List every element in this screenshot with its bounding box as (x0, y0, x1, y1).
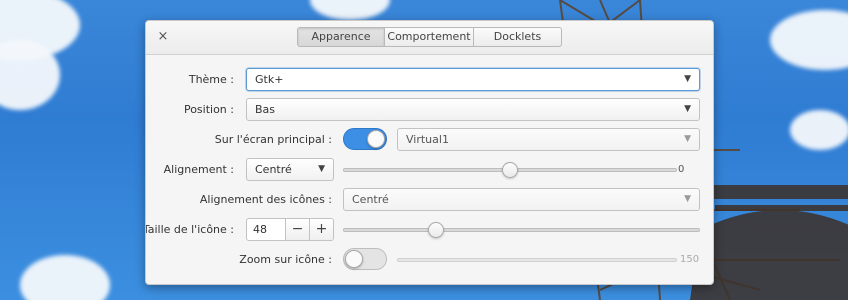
theme-label: Thème : (188, 73, 234, 86)
zoom-value: 150 (680, 254, 700, 265)
chevron-down-icon: ▼ (684, 194, 691, 204)
chevron-down-icon: ▼ (318, 164, 325, 174)
alignment-offset-slider[interactable] (343, 162, 677, 178)
theme-value: Gtk+ (255, 73, 284, 86)
monitor-value: Virtual1 (406, 133, 449, 146)
close-icon[interactable]: × (156, 30, 170, 44)
position-value: Bas (255, 103, 276, 116)
slider-track (397, 258, 677, 262)
chevron-down-icon: ▼ (684, 104, 691, 114)
settings-panel: Thème : Gtk+ ▼ Position : Bas ▼ Sur l'éc… (145, 56, 713, 284)
zoom-toggle[interactable] (343, 248, 387, 270)
settings-window: × Apparence Comportement Docklets Thème … (145, 20, 714, 285)
chevron-down-icon: ▼ (684, 74, 691, 84)
icon-size-value[interactable]: 48 (247, 219, 285, 240)
zoom-label: Zoom sur icône : (239, 253, 332, 266)
increment-button[interactable]: + (309, 219, 333, 240)
chevron-down-icon: ▼ (684, 134, 691, 144)
icon-alignment-value: Centré (352, 193, 389, 206)
icon-alignment-label: Alignement des icônes : (199, 193, 332, 206)
tab-behavior[interactable]: Comportement (385, 28, 474, 46)
monitor-dropdown[interactable]: Virtual1 ▼ (397, 128, 700, 151)
alignment-label: Alignement : (163, 163, 234, 176)
theme-dropdown[interactable]: Gtk+ ▼ (246, 68, 700, 91)
toggle-knob (345, 250, 363, 268)
icon-size-stepper[interactable]: 48 − + (246, 218, 334, 241)
zoom-slider[interactable] (397, 252, 677, 268)
alignment-dropdown[interactable]: Centré ▼ (246, 158, 334, 181)
slider-thumb[interactable] (428, 222, 444, 238)
icon-size-label: Taille de l'icône : (145, 223, 234, 236)
primary-screen-label: Sur l'écran principal : (214, 133, 332, 146)
primary-screen-toggle[interactable] (343, 128, 387, 150)
titlebar: × Apparence Comportement Docklets (146, 21, 713, 55)
position-label: Position : (183, 103, 234, 116)
tab-docklets[interactable]: Docklets (474, 28, 561, 46)
decrement-button[interactable]: − (285, 219, 309, 240)
tab-appearance[interactable]: Apparence (298, 28, 385, 46)
alignment-offset-value: 0 (678, 164, 685, 175)
tab-bar: Apparence Comportement Docklets (297, 27, 562, 47)
alignment-value: Centré (255, 163, 292, 176)
slider-track (343, 228, 700, 232)
toggle-knob (367, 130, 385, 148)
icon-size-slider[interactable] (343, 222, 700, 238)
position-dropdown[interactable]: Bas ▼ (246, 98, 700, 121)
icon-alignment-dropdown[interactable]: Centré ▼ (343, 188, 700, 211)
slider-thumb[interactable] (502, 162, 518, 178)
